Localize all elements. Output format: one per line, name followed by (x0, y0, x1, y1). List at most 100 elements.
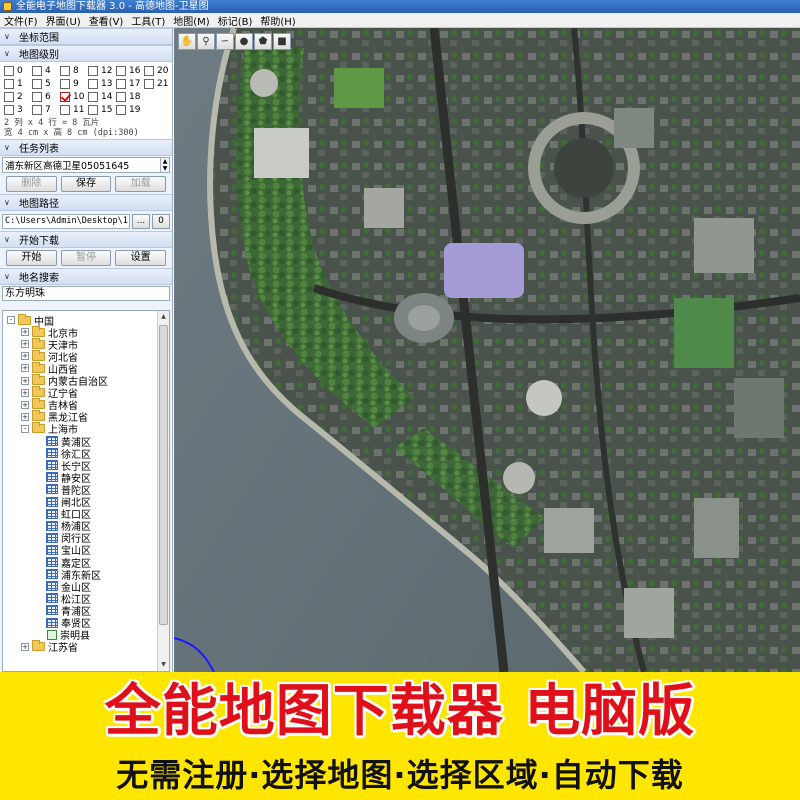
section-place-search[interactable]: ∨ 地名搜索 (0, 268, 172, 285)
level-checkbox-21[interactable]: 21 (144, 78, 172, 89)
checkbox-icon[interactable] (32, 91, 42, 102)
scroll-thumb[interactable] (159, 325, 168, 625)
checkbox-icon[interactable] (32, 104, 42, 115)
promo-banner: 全能地图下载器 电脑版 无需注册·选择地图·选择区域·自动下载 (0, 672, 800, 800)
collapse-icon[interactable]: - (21, 424, 29, 433)
section-map-path[interactable]: ∨ 地图路径 (0, 194, 172, 211)
level-checkbox-14[interactable]: 14 (88, 91, 116, 102)
folder-icon (18, 313, 31, 325)
load-button[interactable]: 加载 (115, 176, 167, 192)
expand-icon[interactable]: + (21, 388, 29, 397)
circle-icon[interactable]: ● (235, 33, 253, 50)
menu-help[interactable]: 帮助(H) (256, 13, 299, 28)
menu-marker[interactable]: 标记(B) (214, 13, 257, 28)
rectangle-icon[interactable]: ■ (273, 33, 291, 50)
menu-view[interactable]: 查看(V) (85, 13, 128, 28)
checkbox-icon[interactable] (116, 91, 126, 102)
settings-button[interactable]: 设置 (115, 250, 167, 266)
level-label: 20 (157, 65, 169, 76)
checkbox-icon[interactable] (60, 78, 70, 89)
checkbox-icon[interactable] (4, 65, 14, 76)
level-checkbox-16[interactable]: 16 (116, 65, 144, 76)
section-map-level[interactable]: ∨ 地图级别 (0, 45, 172, 62)
menu-file[interactable]: 文件(F) (0, 13, 42, 28)
checkbox-icon[interactable] (88, 78, 98, 89)
checkbox-icon[interactable] (144, 65, 154, 76)
menu-interface[interactable]: 界面(U) (42, 13, 85, 28)
checkbox-icon[interactable] (60, 91, 70, 102)
checkbox-icon[interactable] (116, 78, 126, 89)
checkbox-icon[interactable] (88, 65, 98, 76)
task-select[interactable]: 浦东新区高德卫星05051645 ▲ ▼ (2, 157, 170, 173)
checkbox-icon[interactable] (60, 104, 70, 115)
polygon-icon[interactable]: ⬟ (254, 33, 272, 50)
level-checkbox-6[interactable]: 6 (32, 91, 60, 102)
checkbox-icon[interactable] (116, 104, 126, 115)
scroll-down-icon[interactable]: ▼ (158, 659, 169, 671)
checkbox-icon[interactable] (144, 78, 154, 89)
level-checkbox-9[interactable]: 9 (60, 78, 88, 89)
checkbox-icon[interactable] (4, 104, 14, 115)
expand-icon[interactable]: + (21, 400, 29, 409)
level-checkbox-7[interactable]: 7 (32, 104, 60, 115)
expand-icon[interactable]: + (21, 412, 29, 421)
level-checkbox-5[interactable]: 5 (32, 78, 60, 89)
level-checkbox-17[interactable]: 17 (116, 78, 144, 89)
checkbox-icon[interactable] (116, 65, 126, 76)
start-button[interactable]: 开始 (6, 250, 57, 266)
menu-map[interactable]: 地图(M) (169, 13, 213, 28)
map-view[interactable]: ✋ ⚲ ∽ ● ⬟ ■ (174, 28, 800, 672)
checkbox-icon[interactable] (88, 104, 98, 115)
level-checkbox-10[interactable]: 10 (60, 91, 88, 102)
expand-icon[interactable]: + (21, 328, 29, 337)
collapse-icon[interactable]: - (7, 316, 15, 324)
expand-icon[interactable]: + (21, 642, 29, 651)
scroll-up-icon[interactable]: ▲ (158, 311, 169, 323)
checkbox-icon[interactable] (32, 65, 42, 76)
section-start-download[interactable]: ∨ 开始下载 (0, 231, 172, 248)
level-checkbox-13[interactable]: 13 (88, 78, 116, 89)
pin-icon[interactable]: ⚲ (197, 33, 215, 50)
checkbox-icon[interactable] (60, 65, 70, 76)
level-label: 15 (101, 104, 113, 115)
level-checkbox-19[interactable]: 19 (116, 104, 144, 115)
expand-icon[interactable]: + (21, 340, 29, 349)
checkbox-icon[interactable] (88, 91, 98, 102)
level-checkbox-1[interactable]: 1 (4, 78, 32, 89)
level-checkbox-15[interactable]: 15 (88, 104, 116, 115)
expand-icon[interactable]: + (21, 364, 29, 373)
polyline-icon[interactable]: ∽ (216, 33, 234, 50)
open-folder-button[interactable]: 0 (152, 213, 170, 229)
section-task-list[interactable]: ∨ 任务列表 (0, 139, 172, 156)
level-checkbox-4[interactable]: 4 (32, 65, 60, 76)
hand-icon[interactable]: ✋ (178, 33, 196, 50)
pause-button[interactable]: 暂停 (60, 250, 112, 266)
delete-button[interactable]: 删除 (6, 176, 57, 192)
checkbox-icon[interactable] (32, 78, 42, 89)
path-input[interactable]: C:\Users\Admin\Desktop\11 (2, 213, 130, 229)
level-checkbox-20[interactable]: 20 (144, 65, 172, 76)
level-checkbox-11[interactable]: 11 (60, 104, 88, 115)
checkbox-icon[interactable] (4, 91, 14, 102)
level-checkbox-12[interactable]: 12 (88, 65, 116, 76)
place-search-input[interactable]: 东方明珠 (2, 286, 170, 301)
level-checkbox-18[interactable]: 18 (116, 91, 144, 102)
save-button[interactable]: 保存 (60, 176, 112, 192)
tree-node[interactable]: + 江苏省 (21, 640, 78, 654)
level-checkbox-8[interactable]: 8 (60, 65, 88, 76)
expand-icon[interactable]: + (21, 352, 29, 361)
level-checkbox-3[interactable]: 3 (4, 104, 32, 115)
level-checkbox-2[interactable]: 2 (4, 91, 32, 102)
checkbox-icon[interactable] (4, 78, 14, 89)
section-coord-range[interactable]: ∨ 坐标范围 (0, 28, 172, 45)
map-grid-icon (46, 557, 58, 567)
tree-scrollbar[interactable]: ▲ ▼ (157, 311, 169, 671)
tree-node[interactable]: - 中国 (7, 313, 54, 328)
spinner-arrows-icon[interactable]: ▲ ▼ (160, 158, 169, 172)
expand-icon[interactable]: + (21, 376, 29, 385)
left-panel: ∨ 坐标范围 ∨ 地图级别 0 4 8 12 16 20 1 5 9 13 17 21 2 6 10 14 18… (0, 28, 173, 672)
level-checkbox-0[interactable]: 0 (4, 65, 32, 76)
map-grid-icon (46, 508, 58, 519)
browse-button[interactable]: ... (132, 213, 150, 229)
menu-tools[interactable]: 工具(T) (127, 13, 169, 28)
